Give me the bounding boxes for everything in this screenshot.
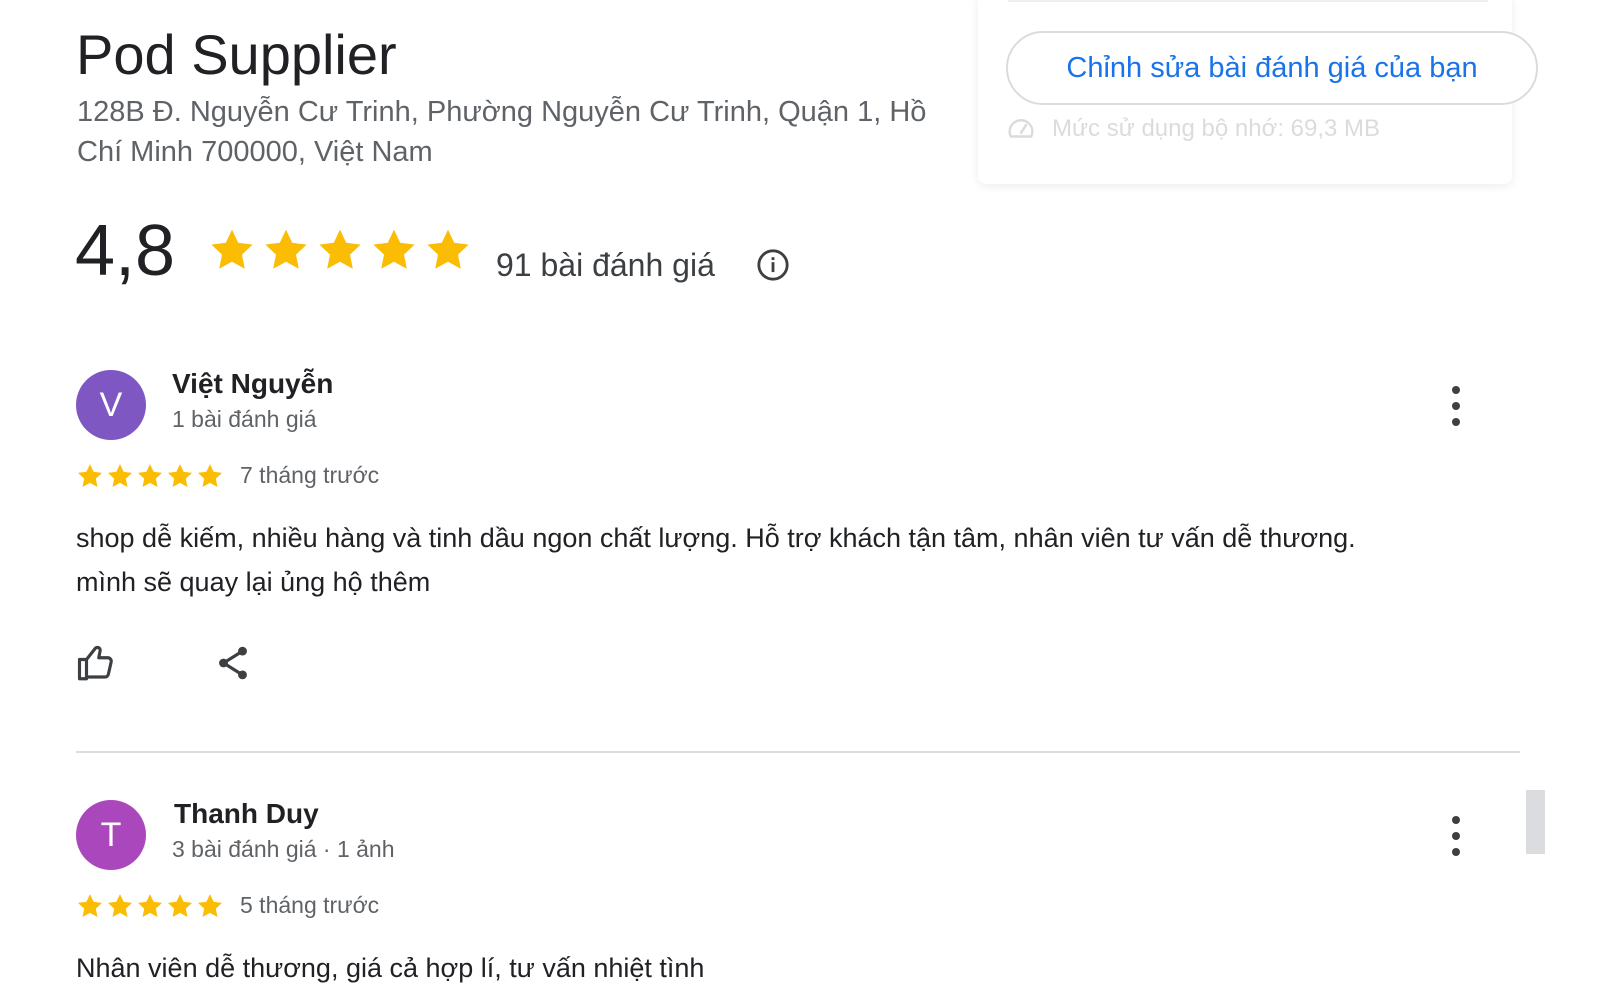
thumbs-up-icon[interactable] [76,642,118,684]
more-options-icon[interactable] [1444,384,1468,428]
star-icon [167,894,193,917]
rating-value: 4,8 [75,211,176,291]
popup-divider [1008,0,1488,2]
review-date: 7 tháng trước [240,462,380,488]
edit-review-button[interactable]: Chỉnh sửa bài đánh giá của bạn [1006,31,1538,105]
star-icon [77,464,103,487]
star-icon [265,229,307,269]
review-text: Nhân viên dễ thương, giá cả hợp lí, tư v… [76,953,705,983]
review-count: 91 bài đánh giá [496,247,715,283]
reviewer-meta: 1 bài đánh giá [172,406,317,432]
memory-usage-row: Mức sử dụng bộ nhớ: 69,3 MB [1006,114,1380,144]
avatar[interactable]: V [76,370,146,440]
place-reviews-page: Mức sử dụng bộ nhớ: 69,3 MB Pod Supplier… [0,0,1600,1000]
info-icon[interactable] [756,248,790,282]
review-date: 5 tháng trước [240,892,380,918]
star-icon [427,229,469,269]
star-icon [137,894,163,917]
more-options-icon[interactable] [1444,814,1468,858]
star-icon [77,894,103,917]
place-address: 128B Đ. Nguyễn Cư Trinh, Phường Nguyễn C… [77,96,927,168]
review-text: shop dễ kiếm, nhiều hàng và tinh dầu ngo… [76,523,1356,597]
scrollbar-thumb[interactable] [1526,790,1545,854]
share-icon[interactable] [214,642,252,684]
avatar[interactable]: T [76,800,146,870]
star-icon [167,464,193,487]
star-icon [137,464,163,487]
star-icon [107,894,133,917]
place-name: Pod Supplier [76,23,397,86]
star-icon [197,894,223,917]
reviewer-meta: 3 bài đánh giá · 1 ảnh [172,836,395,862]
star-icon [197,464,223,487]
review-stars [76,462,224,490]
star-icon [211,229,253,269]
review-stars [76,892,224,920]
rating-stars [208,226,472,274]
reviewer-name[interactable]: Việt Nguyễn [172,368,333,400]
star-icon [319,229,361,269]
review-divider [76,751,1520,753]
reviewer-name[interactable]: Thanh Duy [174,798,319,830]
star-icon [373,229,415,269]
memory-usage-text: Mức sử dụng bộ nhớ: 69,3 MB [1052,115,1381,142]
speedometer-icon [1008,118,1034,138]
star-icon [107,464,133,487]
